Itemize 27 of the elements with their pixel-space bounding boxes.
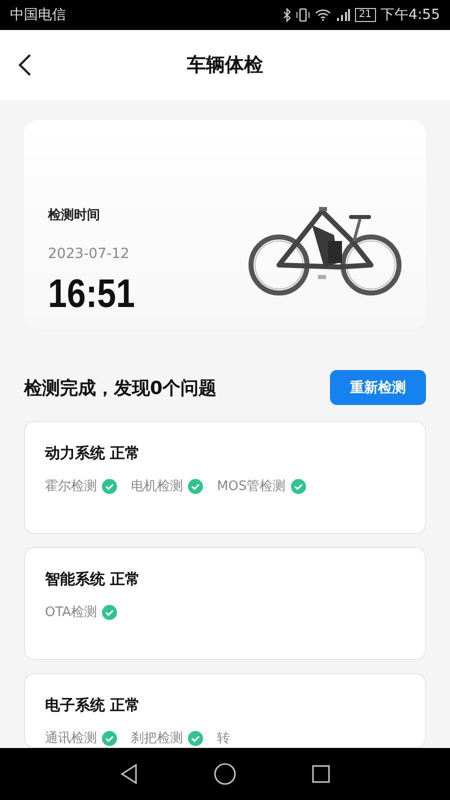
check-label: 通讯检测 (45, 730, 97, 747)
recheck-button[interactable]: 重新检测 (330, 370, 426, 405)
vibrate-icon (296, 8, 310, 22)
time-text: 16:51 (48, 272, 135, 317)
wifi-icon (314, 9, 331, 21)
check-label: OTA检测 (45, 604, 98, 621)
carrier-name: 中国电信 (10, 6, 66, 24)
check-label: 转 (217, 730, 230, 747)
bluetooth-icon (282, 8, 291, 22)
system-status-title: 动力系统 正常 (45, 444, 142, 463)
back-icon[interactable] (120, 764, 138, 784)
label-text: 检测时间 (48, 207, 101, 224)
back-icon[interactable] (18, 54, 32, 76)
check-label: 刹把检测 (131, 730, 183, 747)
check-label: 电机检测 (131, 478, 183, 495)
check-label: MOS管检测 (217, 478, 286, 495)
recents-icon[interactable] (312, 765, 330, 783)
page-title: 车辆体检 (187, 53, 263, 78)
signal-icon (336, 9, 350, 21)
home-icon[interactable] (214, 763, 236, 785)
check-label: 霍尔检测 (45, 478, 97, 495)
clock: 下午4:55 (380, 6, 440, 24)
system-status-title: 电子系统 正常 (45, 696, 142, 715)
date-text: 2023-07-12 (48, 246, 130, 262)
summary-text: 检测完成，发现0个问题 (24, 376, 217, 400)
system-status-title: 智能系统 正常 (45, 570, 142, 589)
battery-level: 21 (354, 8, 376, 22)
